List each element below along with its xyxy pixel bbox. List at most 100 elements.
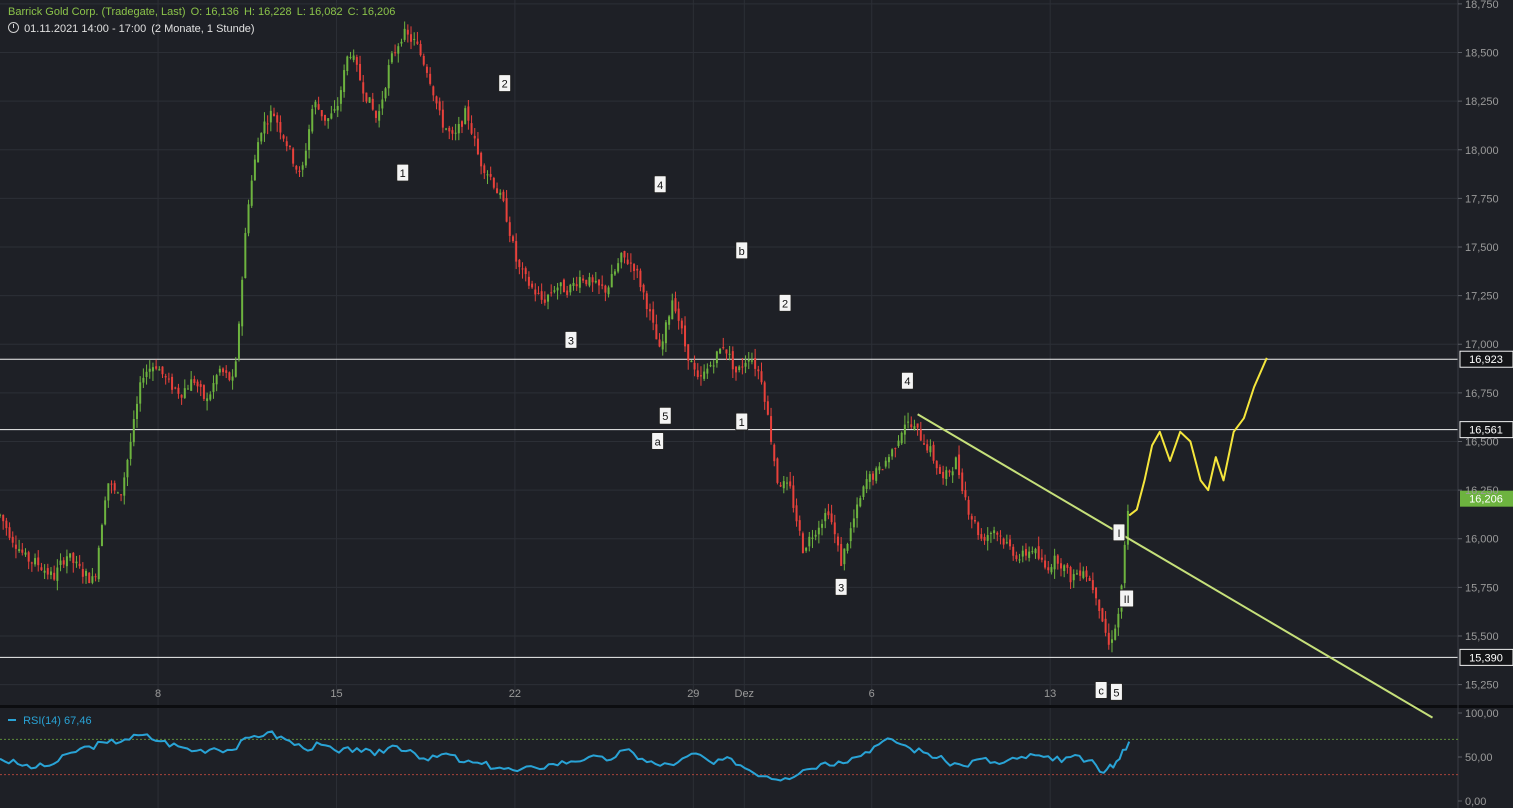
candle-body — [811, 537, 814, 539]
candle-body — [416, 41, 419, 44]
candle-body — [872, 473, 875, 480]
candle-body — [1098, 599, 1101, 612]
candle-body — [900, 432, 903, 444]
candle-body — [779, 485, 782, 487]
candle-body — [1056, 555, 1059, 564]
candle-body — [202, 385, 205, 399]
candle-body — [253, 159, 256, 181]
candle-body — [1117, 613, 1120, 628]
candle-body — [999, 535, 1002, 537]
candle-body — [910, 424, 913, 428]
candle-body — [164, 376, 167, 378]
candle-body — [403, 28, 406, 40]
candle-body — [1107, 632, 1110, 645]
candle-body — [725, 349, 728, 354]
candle-body — [75, 561, 78, 564]
candle-body — [540, 291, 543, 300]
candle-body — [511, 236, 514, 242]
candle-body — [836, 536, 839, 546]
chart-canvas[interactable]: 16,92316,56115,39016,206 214b325 1a43IIIc… — [0, 0, 1513, 808]
candle-body — [674, 298, 677, 312]
candle-body — [833, 522, 836, 535]
candle-body — [760, 371, 763, 383]
candle-body — [8, 527, 11, 538]
candle-body — [390, 53, 393, 63]
candle-body — [824, 513, 827, 522]
candle-body — [502, 191, 505, 201]
candle-body — [378, 111, 381, 121]
candle-body — [158, 369, 161, 371]
close-value: C: 16,206 — [347, 6, 396, 18]
candle-body — [798, 520, 801, 531]
candle-body — [171, 376, 174, 390]
candle-body — [37, 557, 40, 566]
candle-body — [14, 544, 17, 549]
candle-body — [269, 110, 272, 123]
candle-body — [151, 367, 154, 372]
candle-body — [489, 174, 492, 177]
candle-body — [648, 309, 651, 312]
candle-body — [578, 277, 581, 288]
candle-body — [827, 511, 830, 516]
candle-body — [273, 113, 276, 116]
candle-body — [5, 520, 8, 529]
clock-icon — [8, 22, 19, 33]
candle-body — [849, 528, 852, 542]
candle-body — [553, 290, 556, 292]
candle-body — [655, 324, 658, 340]
candle-body — [374, 111, 377, 118]
candle-body — [951, 471, 954, 476]
candle-body — [180, 394, 183, 398]
candle-body — [359, 64, 362, 81]
candle-body — [483, 165, 486, 174]
candle-body — [973, 520, 976, 522]
candle-body — [821, 523, 824, 528]
candle-body — [476, 138, 479, 155]
candle-body — [1018, 559, 1021, 561]
period-header: 01.11.2021 14:00 - 17:00 (2 Monate, 1 St… — [8, 22, 257, 35]
candle-body — [792, 485, 795, 508]
candle-body — [505, 198, 508, 222]
candle-body — [209, 394, 212, 400]
candle-body — [983, 536, 986, 541]
candle-body — [260, 133, 263, 142]
candle-body — [938, 466, 941, 474]
candle-body — [250, 180, 253, 206]
candle-body — [719, 348, 722, 354]
y-tick-label: 15,250 — [1465, 680, 1499, 692]
candle-body — [451, 130, 454, 134]
candle-body — [582, 278, 585, 281]
candle-body — [594, 280, 597, 283]
candle-body — [639, 270, 642, 288]
candle-body — [282, 135, 285, 139]
wave-label-text: 5 — [1113, 687, 1119, 699]
wave-label-text: 1 — [739, 417, 745, 429]
candle-body — [148, 368, 151, 372]
candle-body — [738, 366, 741, 371]
candle-body — [346, 56, 349, 71]
candle-body — [11, 536, 14, 543]
high-value: H: 16,228 — [243, 6, 292, 18]
candle-body — [470, 123, 473, 134]
candle-body — [706, 368, 709, 374]
level-label: 15,390 — [1469, 652, 1503, 664]
candle-body — [381, 99, 384, 109]
candle-body — [308, 129, 311, 151]
candle-body — [88, 572, 91, 584]
candle-body — [2, 515, 5, 522]
rsi-tick-label: 50,00 — [1465, 752, 1493, 764]
candle-body — [422, 55, 425, 65]
instrument-header: Barrick Gold Corp. (Tradegate, Last) O: … — [8, 6, 397, 18]
candle-body — [830, 513, 833, 523]
candle-body — [222, 368, 225, 373]
candle-body — [263, 121, 266, 134]
candle-body — [1063, 565, 1066, 572]
candle-body — [406, 29, 409, 35]
candle-body — [53, 572, 56, 580]
candle-body — [327, 118, 330, 122]
candle-body — [795, 505, 798, 522]
candle-body — [664, 322, 667, 344]
candle-body — [1028, 551, 1031, 558]
candle-body — [460, 121, 463, 127]
candle-body — [244, 233, 247, 279]
